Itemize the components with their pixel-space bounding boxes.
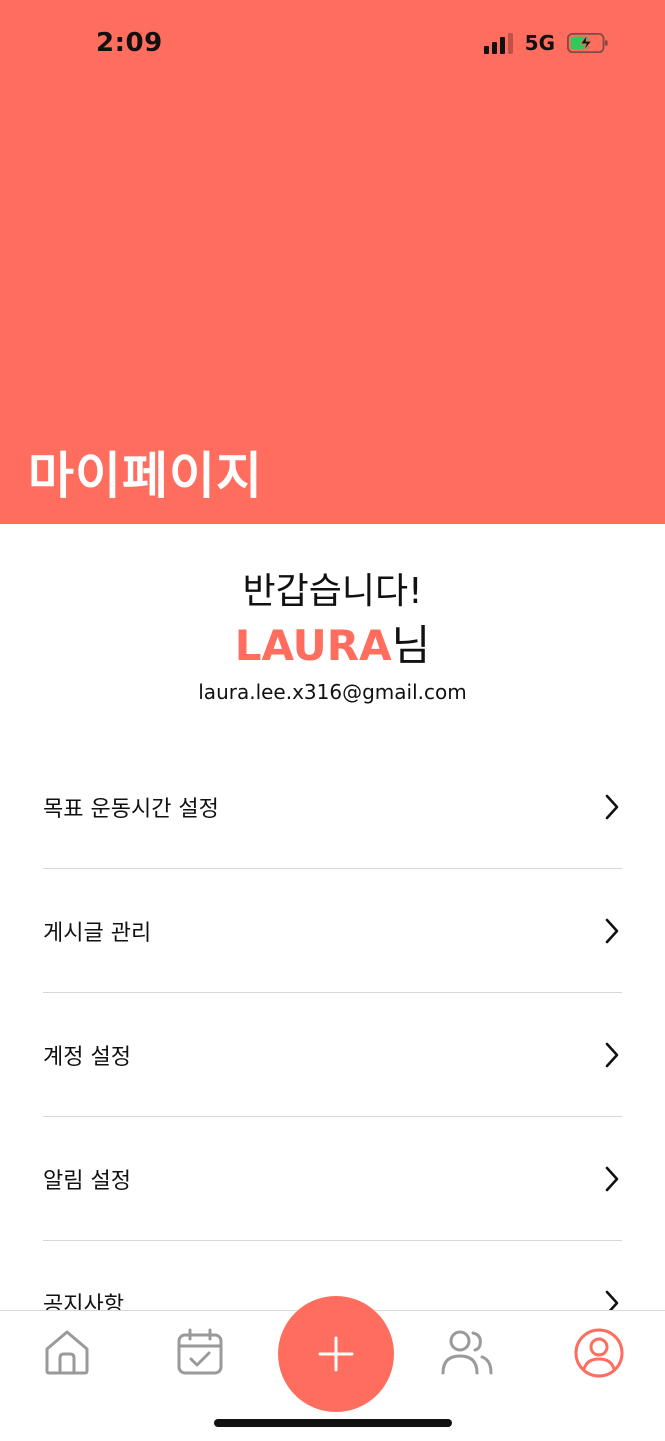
chevron-right-icon — [605, 794, 619, 819]
chevron-right-icon — [605, 1042, 619, 1067]
menu-item-label: 게시글 관리 — [43, 920, 152, 946]
user-circle-icon[interactable] — [573, 1327, 625, 1379]
status-indicators: 5G — [483, 31, 609, 55]
signal-icon — [483, 32, 513, 54]
name-suffix: 님 — [391, 621, 431, 670]
chevron-right-icon — [605, 1166, 619, 1191]
greeting-text: 반갑습니다! — [242, 571, 423, 612]
menu-item-notification-settings[interactable]: 알림 설정 — [43, 1117, 622, 1241]
calendar-check-icon[interactable] — [176, 1327, 224, 1377]
user-name: LAURA — [234, 621, 392, 670]
user-email: laura.lee.x316@gmail.com — [198, 680, 467, 704]
network-label: 5G — [524, 31, 555, 55]
menu-item-account-settings[interactable]: 계정 설정 — [43, 993, 622, 1117]
settings-menu: 목표 운동시간 설정 게시글 관리 계정 설정 알림 설정 공지사항 — [43, 745, 622, 1364]
battery-charging-icon — [567, 32, 608, 54]
menu-item-label: 계정 설정 — [43, 1044, 131, 1070]
status-time: 2:09 — [96, 28, 163, 58]
page-title: 마이페이지 — [28, 447, 263, 505]
user-name-line: LAURA님 — [0, 612, 665, 673]
chevron-right-icon — [605, 918, 619, 943]
page-header: 2:09 5G 마이페이지 — [0, 0, 665, 524]
plus-icon — [318, 1336, 354, 1372]
add-button[interactable] — [278, 1296, 394, 1412]
menu-item-goal-exercise-time[interactable]: 목표 운동시간 설정 — [43, 745, 622, 869]
home-indicator — [214, 1419, 452, 1427]
home-icon[interactable] — [42, 1327, 92, 1377]
menu-item-post-management[interactable]: 게시글 관리 — [43, 869, 622, 993]
menu-item-label: 알림 설정 — [43, 1168, 131, 1194]
users-icon[interactable] — [440, 1327, 494, 1377]
menu-item-label: 목표 운동시간 설정 — [43, 796, 219, 822]
